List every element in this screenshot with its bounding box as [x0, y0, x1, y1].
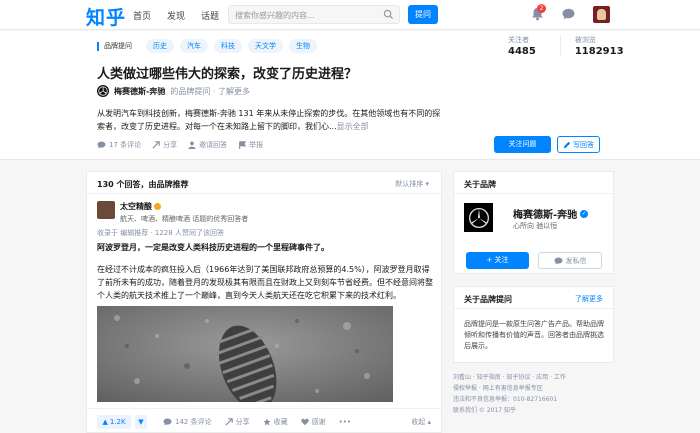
- star-icon: [262, 418, 271, 426]
- brand-sidebar-card: 关于品牌 梅赛德斯-奔驰 ✓ 心所向 驰以恒 + 关注 发私信: [453, 171, 614, 274]
- asker-info: 梅赛德斯-奔驰 的品牌提问 · 了解更多: [97, 85, 250, 97]
- search-placeholder: 搜索你感兴趣的内容...: [235, 11, 315, 20]
- sidebar-footer: 刘看山 · 知乎指南 · 知乎协议 · 应用 · 工作 侵权举报 · 网上有害信…: [453, 372, 618, 416]
- comment-icon: [97, 141, 106, 149]
- brand-question-tag: 品牌提问: [97, 42, 132, 51]
- asker-role[interactable]: 的品牌提问 · 了解更多: [170, 86, 250, 97]
- footer-report[interactable]: 侵权举报 · 网上有害信息举报专区: [453, 383, 618, 394]
- followers-stat: 关注者 4485: [508, 36, 536, 57]
- answer-share-button[interactable]: 分享: [224, 417, 250, 427]
- topic-list: 历史 汽车 科技 天文学 生物: [146, 39, 317, 53]
- answer-collect-button[interactable]: 收藏: [262, 417, 288, 427]
- report-button[interactable]: 举报: [238, 140, 263, 150]
- question-actions: 17 条评论 分享 邀请回答 举报: [97, 140, 263, 150]
- question-stats: 关注者 4485 被浏览 1182913: [508, 35, 624, 57]
- sort-dropdown[interactable]: 默认排序 ▾: [395, 179, 429, 189]
- user-avatar[interactable]: [593, 6, 610, 23]
- about-title: 关于品牌提问 了解更多: [454, 287, 613, 309]
- share-icon: [152, 141, 160, 149]
- verified-icon: ✓: [580, 209, 589, 218]
- downvote-button[interactable]: ▼: [135, 415, 147, 429]
- about-text: 品牌提问是一款原生问答广告产品。帮助品牌倾听和传播有价值的声音。回答者由品牌挑选…: [464, 320, 604, 350]
- answer-author: 太空精酿 航天、啤酒、精酿啤酒 话题的优秀回答者: [97, 201, 248, 224]
- follow-brand-button[interactable]: + 关注: [466, 252, 529, 269]
- show-all-link[interactable]: 显示全部: [337, 122, 369, 131]
- nav-home[interactable]: 首页: [133, 9, 151, 22]
- footer-copyright[interactable]: 联系我们 © 2017 知乎: [453, 405, 618, 416]
- chevron-down-icon: ▾: [425, 180, 429, 188]
- views-stat: 被浏览 1182913: [559, 35, 624, 57]
- question-header: 品牌提问 历史 汽车 科技 天文学 生物 关注者 4485 被浏览 118291…: [0, 31, 700, 160]
- question-description: 从发明汽车到科技创新，梅赛德斯-奔驰 131 年来从未停止探索的步伐。在其他领域…: [97, 109, 441, 131]
- author-avatar[interactable]: [97, 201, 115, 219]
- author-bio: 航天、啤酒、精酿啤酒 话题的优秀回答者: [120, 215, 249, 223]
- notification-badge: 2: [537, 4, 546, 13]
- mercedes-logo-icon[interactable]: [464, 203, 493, 232]
- answers-card: 130 个回答，由品牌推荐 默认排序 ▾ 太空精酿 航天、啤酒、精酿啤酒 话题的…: [86, 171, 442, 433]
- answer-count: 130 个回答，由品牌推荐: [97, 180, 189, 189]
- brand-section-title: 关于品牌: [454, 172, 613, 194]
- write-answer-button[interactable]: 写回答: [557, 136, 600, 153]
- invite-icon: [188, 141, 196, 149]
- topic-tag[interactable]: 生物: [289, 39, 317, 53]
- upvote-info[interactable]: 收录于 编辑推荐 · 1228 人赞同了该回答: [97, 228, 224, 238]
- topic-tag[interactable]: 天文学: [248, 39, 283, 53]
- nav-topics[interactable]: 话题: [201, 9, 219, 22]
- comments-button[interactable]: 17 条评论: [97, 140, 141, 150]
- heart-icon: [300, 418, 309, 426]
- top-bar: 知乎 首页 发现 话题 搜索你感兴趣的内容... 提问 2: [0, 0, 700, 30]
- answer-comments-button[interactable]: 142 条评论: [163, 417, 212, 427]
- footer-hotline: 违法和不良信息举报：010-82716601: [453, 396, 558, 403]
- private-message-button[interactable]: 发私信: [538, 252, 602, 269]
- share-button[interactable]: 分享: [152, 140, 177, 150]
- topic-tag[interactable]: 科技: [214, 39, 242, 53]
- answer-lead: 阿波罗登月，一定是改变人类科技历史进程的一个里程碑事件了。: [97, 243, 329, 252]
- collapse-button[interactable]: 收起 ▴: [411, 417, 431, 427]
- search-input[interactable]: 搜索你感兴趣的内容...: [228, 5, 400, 24]
- brand-slogan: 心所向 驰以恒: [513, 222, 558, 230]
- topic-tag[interactable]: 历史: [146, 39, 174, 53]
- question-title: 人类做过哪些伟大的探索，改变了历史进程？: [97, 67, 358, 82]
- upvote-button[interactable]: ▲ 1.2K: [97, 415, 131, 429]
- pencil-icon: [563, 141, 571, 148]
- topic-tag[interactable]: 汽车: [180, 39, 208, 53]
- author-name[interactable]: 太空精酿: [120, 201, 152, 212]
- message-icon[interactable]: [562, 8, 575, 22]
- downvote-arrow-icon: ▼: [138, 418, 144, 426]
- nav-explore[interactable]: 发现: [167, 9, 185, 22]
- answers-header: 130 个回答，由品牌推荐 默认排序 ▾: [87, 172, 441, 194]
- brand-name[interactable]: 梅赛德斯-奔驰 ✓: [513, 206, 589, 221]
- search-icon[interactable]: [383, 9, 394, 22]
- answer-thanks-button[interactable]: 感谢: [300, 417, 326, 427]
- more-options-icon[interactable]: •••: [339, 417, 351, 427]
- zhihu-logo[interactable]: 知乎: [86, 3, 126, 30]
- mercedes-logo-icon[interactable]: [97, 85, 109, 97]
- invite-button[interactable]: 邀请回答: [188, 140, 227, 150]
- main-nav: 首页 发现 话题: [133, 9, 219, 22]
- footer-links[interactable]: 刘看山 · 知乎指南 · 知乎协议 · 应用 · 工作: [453, 372, 618, 383]
- learn-more-link[interactable]: 了解更多: [575, 294, 603, 304]
- certified-icon: [154, 203, 161, 210]
- upvote-arrow-icon: ▲: [102, 418, 108, 426]
- share-icon: [224, 418, 233, 426]
- flag-icon: [239, 141, 247, 149]
- answer-action-bar: ▲ 1.2K ▼ 142 条评论 分享 收藏 感谢 ••• 收起 ▴: [87, 408, 441, 432]
- chat-icon: [554, 256, 562, 265]
- ask-button[interactable]: 提问: [408, 5, 438, 24]
- answer-actions: 142 条评论 分享 收藏 感谢 •••: [163, 417, 351, 427]
- follow-question-button[interactable]: 关注问题: [494, 136, 551, 153]
- moon-footprint-photo[interactable]: [97, 306, 393, 402]
- about-brand-question-card: 关于品牌提问 了解更多 品牌提问是一款原生问答广告产品。帮助品牌倾听和传播有价值…: [453, 286, 614, 363]
- chevron-up-icon: ▴: [427, 418, 431, 426]
- asker-name[interactable]: 梅赛德斯-奔驰: [114, 86, 165, 97]
- comment-icon: [163, 418, 172, 426]
- answer-body: 在经过不计成本的疯狂投入后（1966年达到了美国联邦政府总预算的4.5%），阿波…: [97, 265, 433, 300]
